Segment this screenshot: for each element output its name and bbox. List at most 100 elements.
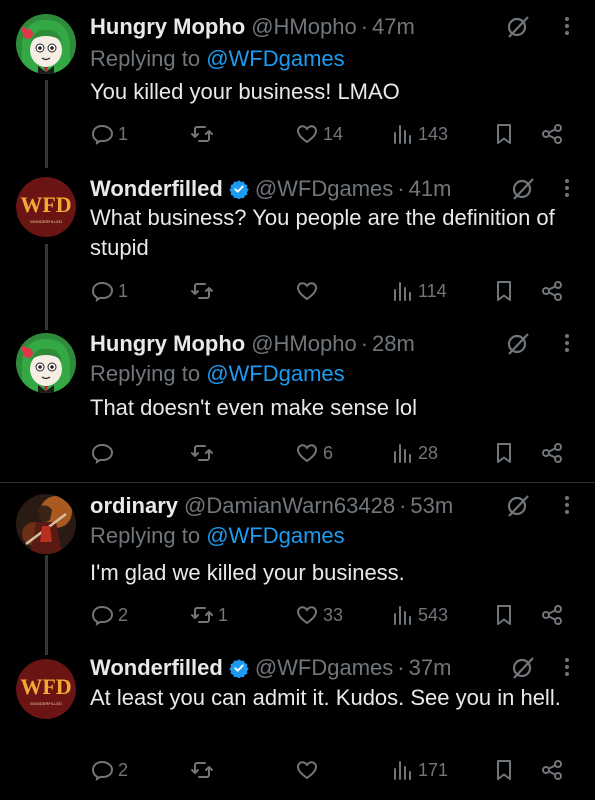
replying-prefix: Replying to <box>90 361 201 386</box>
tweet[interactable]: Hungry Mopho @HMopho · 28m Replying to @… <box>0 327 595 477</box>
bookmark-button[interactable] <box>492 755 516 785</box>
like-button[interactable] <box>295 755 323 785</box>
avatar[interactable] <box>16 14 76 74</box>
share-button[interactable] <box>540 276 564 306</box>
author-handle[interactable]: @WFDgames <box>255 655 393 681</box>
author-handle[interactable]: @DamianWarn63428 <box>184 493 395 519</box>
like-button[interactable]: 14 <box>295 119 343 149</box>
views-button[interactable]: 143 <box>390 119 448 149</box>
more-options-icon[interactable] <box>560 653 574 681</box>
repost-button[interactable] <box>190 276 218 306</box>
tweet[interactable]: ordinary @DamianWarn63428 · 53m Replying… <box>0 489 595 639</box>
tweet-text: At least you can admit it. Kudos. See yo… <box>90 685 561 710</box>
avatar[interactable]: WFD WONDERFILLED <box>16 659 76 719</box>
repost-button[interactable] <box>190 438 218 468</box>
wfd-logo-avatar-icon: WFD WONDERFILLED <box>16 177 76 237</box>
grok-icon[interactable] <box>505 14 531 40</box>
replying-to: Replying to @WFDgames <box>90 46 345 72</box>
like-button[interactable]: 33 <box>295 600 343 630</box>
tweet[interactable]: WFD WONDERFILLED Wonderfilled @WFDgames … <box>0 651 595 800</box>
reply-button[interactable]: 2 <box>90 755 128 785</box>
like-button[interactable] <box>295 276 323 306</box>
grok-icon[interactable] <box>505 331 531 357</box>
separator-dot: · <box>360 331 369 356</box>
reply-count: 2 <box>118 604 129 625</box>
like-button[interactable]: 6 <box>295 438 333 468</box>
bookmark-button[interactable] <box>492 119 516 149</box>
share-button[interactable] <box>540 755 564 785</box>
thread-divider <box>0 482 595 483</box>
bookmark-button[interactable] <box>492 438 516 468</box>
repost-button[interactable] <box>190 119 218 149</box>
heart-icon <box>296 125 318 144</box>
grok-icon[interactable] <box>510 655 536 681</box>
views-icon <box>394 282 411 301</box>
author-name[interactable]: Wonderfilled <box>90 655 223 681</box>
reply-button[interactable] <box>90 438 118 468</box>
views-button[interactable]: 114 <box>390 276 447 306</box>
more-options-icon[interactable] <box>560 174 574 202</box>
heart-icon <box>296 761 318 780</box>
author-name[interactable]: Hungry Mopho <box>90 331 245 357</box>
tweet[interactable]: Hungry Mopho @HMopho · 47m Replying to @… <box>0 10 595 160</box>
tweet-header: Hungry Mopho @HMopho · 47m <box>90 10 415 44</box>
reply-icon <box>91 281 114 302</box>
author-name[interactable]: ordinary <box>90 493 178 519</box>
grok-icon[interactable] <box>505 493 531 519</box>
avatar[interactable] <box>16 494 76 554</box>
mention-link[interactable]: @WFDgames <box>206 523 344 548</box>
bookmark-button[interactable] <box>492 276 516 306</box>
repost-button[interactable] <box>190 755 218 785</box>
repost-icon <box>191 762 213 778</box>
timestamp[interactable]: 28m <box>372 331 415 357</box>
views-button[interactable]: 171 <box>390 755 448 785</box>
mention-link[interactable]: @WFDgames <box>206 46 344 71</box>
replying-prefix: Replying to <box>90 523 201 548</box>
reply-button[interactable]: 2 <box>90 600 128 630</box>
logo-subtext: WONDERFILLED <box>30 219 62 224</box>
view-count: 543 <box>418 604 449 625</box>
tweet-actions: 1 114 <box>90 276 570 306</box>
separator-dot: · <box>397 655 405 680</box>
share-icon <box>542 281 562 301</box>
timestamp[interactable]: 53m <box>410 493 453 519</box>
reply-icon <box>91 124 114 145</box>
author-handle[interactable]: @HMopho <box>251 14 357 40</box>
tweet-text: You killed your business! LMAO <box>90 79 400 104</box>
replying-to: Replying to @WFDgames <box>90 361 345 387</box>
tweet-actions: 6 28 <box>90 438 570 468</box>
grok-icon[interactable] <box>510 176 536 202</box>
more-options-icon[interactable] <box>560 12 574 40</box>
view-count: 28 <box>418 442 439 463</box>
more-options-icon[interactable] <box>560 491 574 519</box>
repost-icon <box>191 126 213 142</box>
author-name[interactable]: Hungry Mopho <box>90 14 245 40</box>
share-button[interactable] <box>540 119 564 149</box>
logo-subtext: WONDERFILLED <box>30 701 62 706</box>
reply-count: 1 <box>118 280 129 301</box>
warrior-avatar-icon <box>16 494 76 554</box>
share-button[interactable] <box>540 438 564 468</box>
timestamp[interactable]: 47m <box>372 14 415 40</box>
view-count: 143 <box>418 123 449 144</box>
tweet[interactable]: WFD WONDERFILLED Wonderfilled @WFDgames … <box>0 172 595 322</box>
views-button[interactable]: 28 <box>390 438 438 468</box>
author-handle[interactable]: @WFDgames <box>255 176 393 202</box>
view-count: 171 <box>418 759 449 780</box>
author-handle[interactable]: @HMopho <box>251 331 357 357</box>
author-name[interactable]: Wonderfilled <box>90 176 223 202</box>
more-options-icon[interactable] <box>560 329 574 357</box>
timestamp[interactable]: 41m <box>409 176 452 202</box>
avatar[interactable]: WFD WONDERFILLED <box>16 177 76 237</box>
avatar[interactable] <box>16 333 76 393</box>
bookmark-button[interactable] <box>492 600 516 630</box>
repost-button[interactable]: 1 <box>190 600 228 630</box>
share-button[interactable] <box>540 600 564 630</box>
reply-button[interactable]: 1 <box>90 276 128 306</box>
mention-link[interactable]: @WFDgames <box>206 361 344 386</box>
timestamp[interactable]: 37m <box>409 655 452 681</box>
tweet-actions: 1 14 143 <box>90 119 570 149</box>
views-button[interactable]: 543 <box>390 600 448 630</box>
like-count: 33 <box>323 604 344 625</box>
reply-button[interactable]: 1 <box>90 119 128 149</box>
